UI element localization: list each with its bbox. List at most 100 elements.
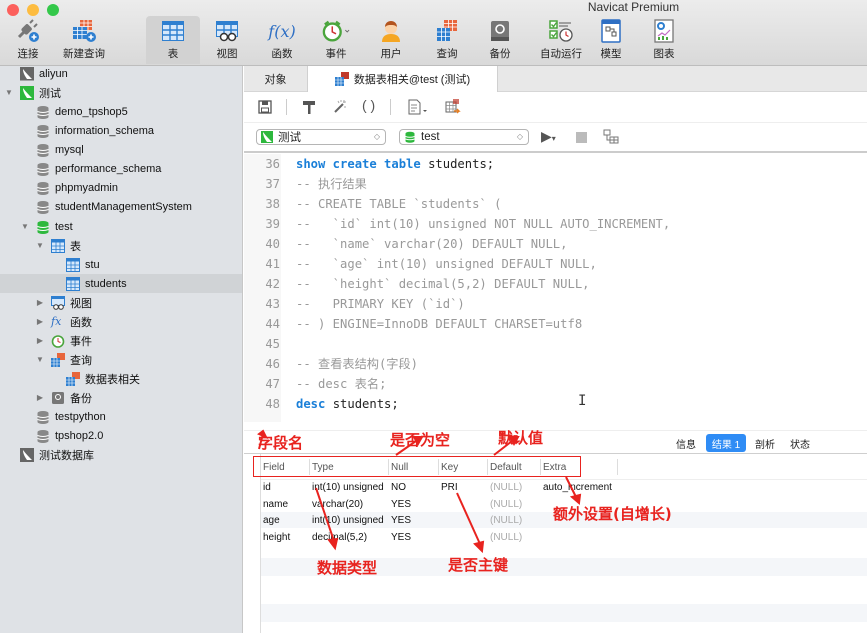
grid-cell[interactable]: (NULL) (490, 480, 522, 496)
tree-item-database[interactable]: studentManagementSystem (20, 197, 192, 216)
database-icon (36, 162, 50, 176)
tree-item-label: 备份 (70, 392, 92, 405)
separator (390, 99, 391, 115)
database-open-icon (36, 220, 50, 234)
connection-active-icon (261, 131, 273, 143)
tree-item-connection[interactable]: 测试数据库 (4, 445, 94, 464)
toolbar-function-button[interactable]: f(x) 函数 (260, 16, 304, 64)
tree-item-ceshi[interactable]: ▼ 测试 (4, 83, 61, 102)
grid-cell[interactable]: YES (391, 530, 411, 546)
grid-cell[interactable]: (NULL) (490, 497, 522, 513)
tree-item-backups-folder[interactable]: ▶ 备份 (35, 388, 92, 407)
tree-item-functions-folder[interactable]: ▶ fx 函数 (35, 312, 92, 331)
grid-cell[interactable]: int(10) unsigned (312, 480, 384, 496)
tab-query[interactable]: 数据表相关@test (测试) (308, 66, 498, 92)
tree-item-database[interactable]: tpshop2.0 (20, 426, 103, 445)
tree-item-label: 函数 (70, 316, 92, 329)
disclosure-triangle-collapsed-icon[interactable]: ▶ (35, 298, 45, 307)
toolbar-event-button[interactable]: 事件 (313, 16, 359, 64)
grid-cell[interactable]: YES (391, 513, 411, 529)
disclosure-triangle-expanded-icon[interactable]: ▼ (20, 222, 30, 231)
save-icon[interactable] (258, 100, 272, 117)
database-icon (36, 200, 50, 214)
chart-icon (650, 18, 678, 44)
toolbar-table-button[interactable]: 表 (146, 16, 200, 64)
toolbar-query-button[interactable]: 查询 (424, 16, 470, 64)
code-text: -- `name` varchar(20) DEFAULT NULL, (296, 237, 568, 251)
sql-editor[interactable]: 36 show create table students; 37 -- 执行结果 38… (244, 154, 867, 422)
grid-cell[interactable]: YES (391, 497, 411, 513)
grid-cell[interactable]: id (263, 480, 271, 496)
toolbar-new-query-button[interactable]: 新建查询 (60, 16, 108, 64)
grid-cell[interactable]: decimal(5,2) (312, 530, 367, 546)
tree-item-label: 查询 (70, 354, 92, 367)
toolbar-user-button[interactable]: 用户 (368, 16, 414, 64)
tree-item-database[interactable]: mysql (20, 140, 84, 159)
grid-cell[interactable]: age (263, 513, 280, 529)
tree-item-label: 测试 (39, 87, 61, 100)
toolbar-model-button[interactable]: 模型 (591, 16, 631, 64)
result-tab-result-1[interactable]: 结果 1 (706, 434, 746, 452)
result-tab-status[interactable]: 状态 (785, 434, 815, 452)
tree-item-events-folder[interactable]: ▶ 事件 (35, 331, 92, 350)
grid-cell[interactable]: (NULL) (490, 530, 522, 546)
disclosure-triangle-collapsed-icon[interactable]: ▶ (35, 317, 45, 326)
tree-item-queries-folder[interactable]: ▼ 查询 (35, 350, 92, 369)
grid-cell[interactable]: (NULL) (490, 513, 522, 529)
connection-toolbar: 测试 ◇ test ◇ ▶▾ (244, 123, 867, 153)
tree-item-views-folder[interactable]: ▶ 视图 (35, 293, 92, 312)
query-icon (66, 371, 80, 386)
run-button[interactable]: ▶▾ (541, 128, 556, 145)
format-sql-icon[interactable] (302, 100, 316, 117)
tree-item-database[interactable]: performance_schema (20, 159, 161, 178)
toolbar-connect-button[interactable]: 连接 (6, 16, 50, 64)
grid-cell[interactable]: name (263, 497, 288, 513)
connection-select[interactable]: 测试 ◇ (256, 129, 386, 145)
tree-item-test-database[interactable]: ▼ test (20, 217, 73, 236)
select-value: test (421, 131, 440, 143)
grid-cell[interactable]: NO (391, 480, 406, 496)
disclosure-triangle-expanded-icon[interactable]: ▼ (35, 241, 45, 250)
tree-item-aliyun[interactable]: aliyun (4, 64, 68, 83)
tree-item-database[interactable]: phpmyadmin (20, 178, 118, 197)
code-text: desc students; (296, 394, 399, 414)
disclosure-triangle-collapsed-icon[interactable]: ▶ (35, 336, 45, 345)
toolbar-automation-button[interactable]: 自动运行 (533, 16, 589, 64)
disclosure-triangle-collapsed-icon[interactable]: ▶ (35, 393, 45, 402)
title-bar: Navicat Premium 连接 新建查询 表 视图 f(x) 函数 事件 … (0, 0, 867, 66)
result-tab-info[interactable]: 信息 (671, 434, 701, 452)
grid-cell[interactable]: auto_increment (543, 480, 612, 496)
plug-icon (14, 18, 42, 44)
window-title: Navicat Premium (587, 0, 680, 14)
column-divider[interactable] (617, 459, 618, 475)
tab-objects[interactable]: 对象 (244, 66, 308, 92)
result-tab-profile[interactable]: 剖析 (750, 434, 780, 452)
stop-button[interactable] (576, 132, 587, 143)
parentheses-icon[interactable]: ( ) (362, 97, 375, 113)
toolbar-chart-button[interactable]: 图表 (644, 16, 684, 64)
toolbar-backup-button[interactable]: 备份 (479, 16, 521, 64)
code-text: -- CREATE TABLE `students` ( (296, 197, 502, 211)
document-icon[interactable] (407, 99, 429, 118)
grid-cell[interactable]: height (263, 530, 290, 546)
tree-item-tables-folder[interactable]: ▼ 表 (35, 236, 81, 255)
tab-label: 信息 (676, 439, 696, 451)
tree-item-database[interactable]: demo_tpshop5 (20, 102, 128, 121)
database-select[interactable]: test ◇ (399, 129, 529, 145)
export-icon[interactable] (445, 99, 461, 118)
disclosure-triangle-expanded-icon[interactable]: ▼ (4, 88, 14, 97)
alarm-clock-icon (51, 334, 65, 348)
tree-item-database[interactable]: information_schema (20, 121, 154, 140)
grid-cell[interactable]: PRI (441, 480, 458, 496)
tree-item-table-students[interactable]: students (0, 274, 242, 293)
toolbar-view-button[interactable]: 视图 (204, 16, 250, 64)
magic-wand-icon[interactable] (332, 99, 348, 118)
tree-item-query-saved[interactable]: 数据表相关 (50, 369, 140, 388)
code-text: -- 查看表结构(字段) (296, 357, 418, 371)
explain-icon[interactable] (603, 129, 619, 148)
disclosure-triangle-expanded-icon[interactable]: ▼ (35, 355, 45, 364)
grid-cell[interactable]: int(10) unsigned (312, 513, 384, 529)
tree-item-database[interactable]: testpython (20, 407, 106, 426)
grid-cell[interactable]: varchar(20) (312, 497, 363, 513)
tree-item-table-stu[interactable]: stu (50, 255, 100, 274)
